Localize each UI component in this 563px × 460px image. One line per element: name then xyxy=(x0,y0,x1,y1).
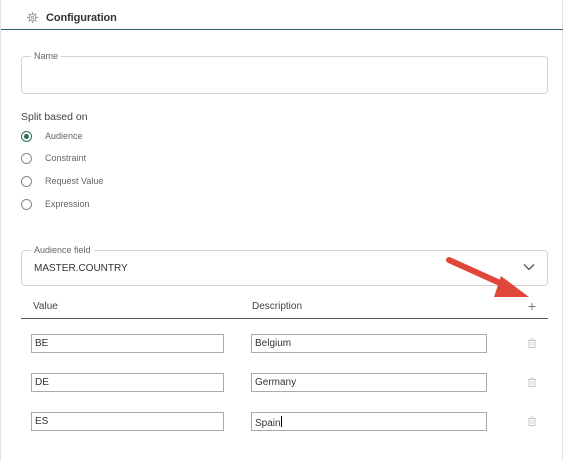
radio-label: Audience xyxy=(45,131,83,141)
row-value-input[interactable]: ES xyxy=(31,412,224,431)
radio-option-constraint[interactable]: Constraint xyxy=(21,151,86,165)
radio-button[interactable] xyxy=(21,152,32,164)
radio-button[interactable] xyxy=(21,198,32,210)
text-cursor xyxy=(280,416,282,427)
radio-button[interactable] xyxy=(21,175,32,187)
trash-icon[interactable] xyxy=(527,338,537,348)
row-value-input[interactable]: DE xyxy=(31,373,224,392)
configuration-panel: Configuration Name Split based on Audien… xyxy=(0,0,563,460)
row-value-input[interactable]: BE xyxy=(31,334,224,353)
radio-option-expression[interactable]: Expression xyxy=(21,197,90,211)
row-description-text: Spain xyxy=(255,418,281,429)
radio-label: Constraint xyxy=(45,153,87,163)
annotation-arrow-icon xyxy=(446,257,529,297)
trash-icon[interactable] xyxy=(527,416,537,426)
row-description-input[interactable]: Belgium xyxy=(251,334,487,353)
radio-label: Request Value xyxy=(45,176,104,186)
name-field-label: Name xyxy=(31,51,62,62)
row-description-input[interactable]: Spain xyxy=(251,412,487,431)
radio-label: Expression xyxy=(45,199,90,209)
trash-icon[interactable] xyxy=(527,377,537,387)
panel-title: Configuration xyxy=(46,12,117,24)
split-based-on-label: Split based on xyxy=(21,111,88,123)
column-header-value: Value xyxy=(33,301,58,312)
column-header-description: Description xyxy=(252,301,303,312)
gear-icon xyxy=(27,12,38,23)
radio-button-checked[interactable] xyxy=(21,130,32,142)
panel-header: Configuration xyxy=(1,0,563,30)
radio-option-audience[interactable]: Audience xyxy=(21,129,83,143)
audience-field-label: Audience field xyxy=(31,245,94,256)
audience-field-value: MASTER.COUNTRY xyxy=(34,263,128,274)
row-description-input[interactable]: Germany xyxy=(251,373,487,392)
name-field[interactable]: Name xyxy=(21,51,548,94)
radio-option-request-value[interactable]: Request Value xyxy=(21,174,103,188)
